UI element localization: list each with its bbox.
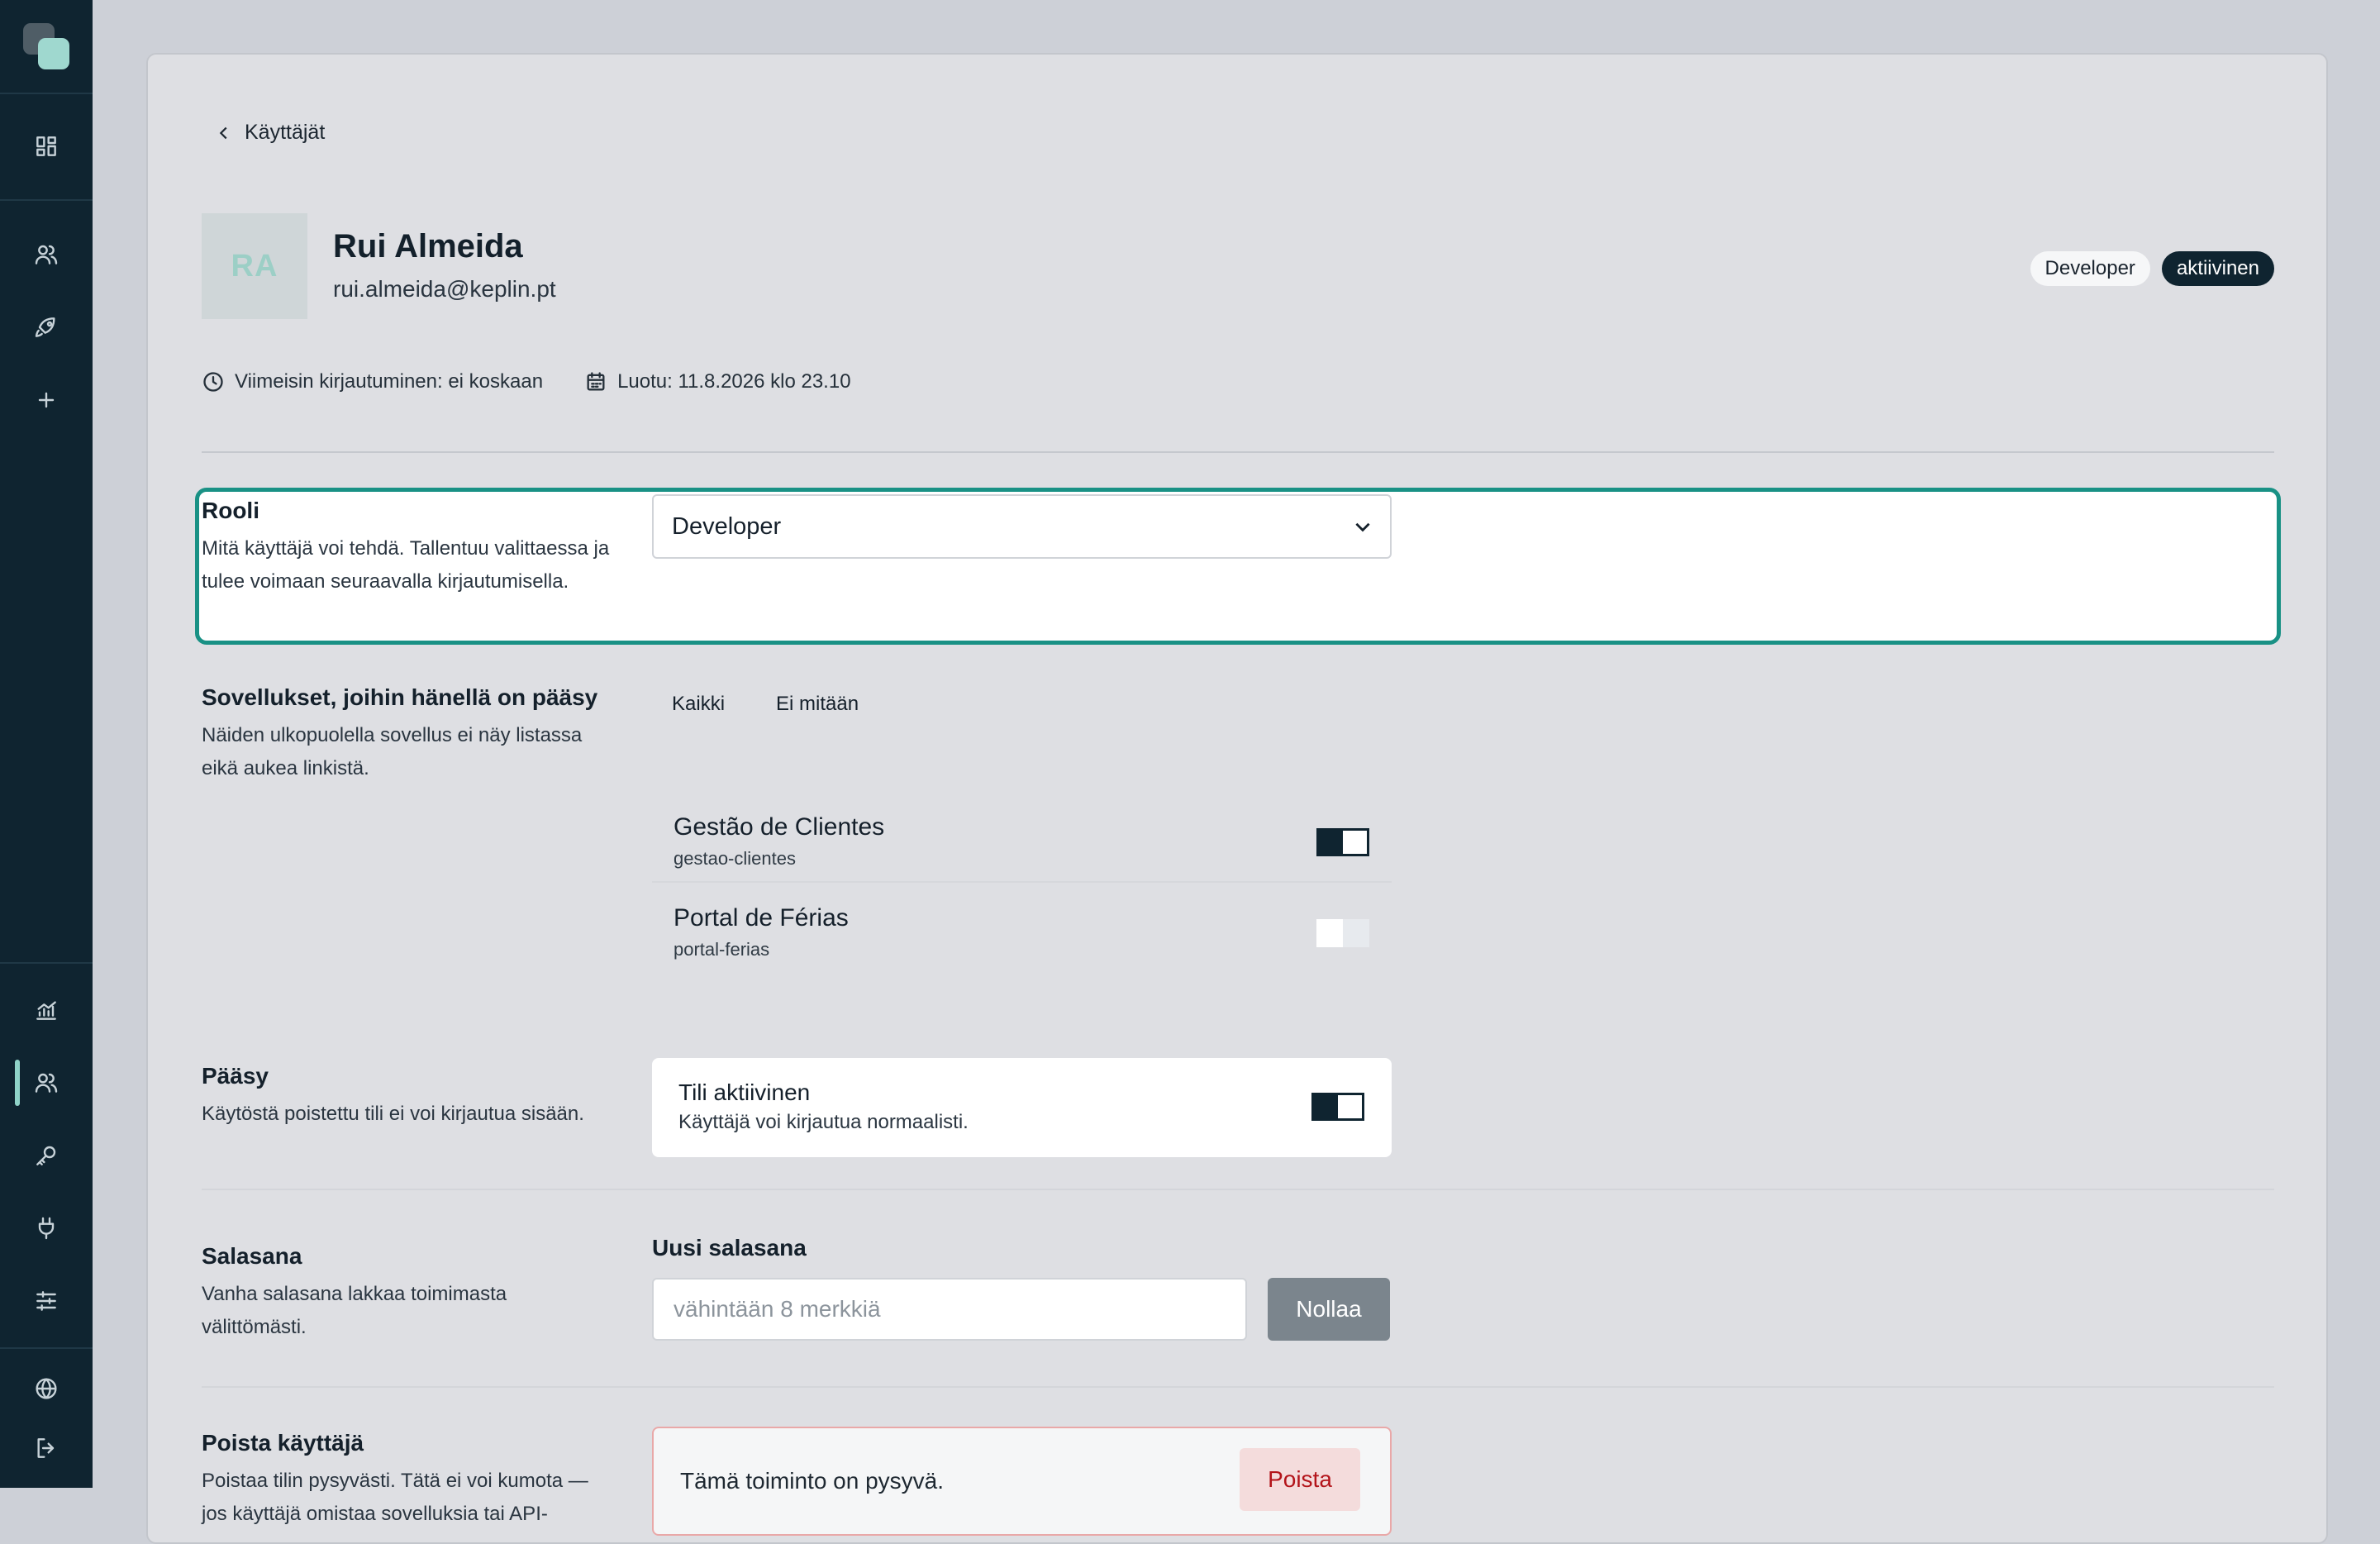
select-all-button[interactable]: Kaikki bbox=[672, 693, 725, 716]
users-icon[interactable] bbox=[30, 238, 63, 271]
sidebar-divider bbox=[0, 962, 93, 964]
role-description: Mitä käyttäjä voi tehdä. Tallentuu valit… bbox=[202, 537, 610, 593]
user-email: rui.almeida@keplin.pt bbox=[333, 276, 556, 302]
calendar-icon bbox=[587, 372, 605, 391]
sliders-icon[interactable] bbox=[30, 1284, 63, 1318]
delete-user-button[interactable]: Poista bbox=[1240, 1448, 1360, 1511]
app-access-toggle[interactable] bbox=[1316, 828, 1369, 856]
password-title: Salasana bbox=[202, 1243, 302, 1269]
apps-title: Sovellukset, joihin hänellä on pääsy bbox=[202, 684, 598, 710]
password-description: Vanha salasana lakkaa toimimasta välittö… bbox=[202, 1283, 507, 1338]
user-meta: Viimeisin kirjautuminen: ei koskaan Luot… bbox=[202, 370, 892, 393]
delete-title: Poista käyttäjä bbox=[202, 1430, 364, 1456]
divider bbox=[202, 451, 2274, 453]
active-indicator bbox=[15, 1060, 20, 1106]
badges: Developer aktiivinen bbox=[2030, 251, 2274, 286]
sidebar bbox=[0, 0, 93, 1488]
globe-icon[interactable] bbox=[30, 1372, 63, 1405]
last-login-text: Viimeisin kirjautuminen: ei koskaan bbox=[235, 370, 544, 393]
app-logo[interactable] bbox=[23, 23, 69, 69]
access-description: Käytöstä poistettu tili ei voi kirjautua… bbox=[202, 1103, 584, 1125]
avatar: RA bbox=[202, 213, 307, 319]
access-title: Pääsy bbox=[202, 1063, 269, 1089]
new-password-input[interactable] bbox=[652, 1278, 1247, 1341]
role-badge: Developer bbox=[2030, 251, 2150, 286]
reset-password-button[interactable]: Nollaa bbox=[1268, 1278, 1390, 1341]
app-slug: portal-ferias bbox=[674, 939, 770, 960]
created-text: Luotu: 11.8.2026 klo 23.10 bbox=[617, 370, 851, 393]
rocket-icon[interactable] bbox=[30, 311, 63, 344]
user-name: Rui Almeida bbox=[333, 228, 523, 264]
delete-description: Poistaa tilin pysyvästi. Tätä ei voi kum… bbox=[202, 1470, 588, 1525]
clock-icon bbox=[203, 372, 223, 392]
plus-icon[interactable] bbox=[30, 384, 63, 417]
role-select-value: Developer bbox=[672, 512, 782, 540]
app-list: Gestão de Clientes gestao-clientes Porta… bbox=[652, 792, 1392, 972]
chart-icon[interactable] bbox=[30, 994, 63, 1027]
divider bbox=[202, 1189, 2274, 1190]
account-active-title: Tili aktiivinen bbox=[678, 1079, 811, 1105]
account-active-panel: Tili aktiivinen Käyttäjä voi kirjautua n… bbox=[652, 1058, 1392, 1157]
list-item: Portal de Férias portal-ferias bbox=[652, 881, 1392, 972]
app-name: Portal de Férias bbox=[674, 904, 849, 932]
danger-warning: Tämä toiminto on pysyvä. bbox=[680, 1468, 945, 1494]
back-label: Käyttäjät bbox=[245, 121, 326, 144]
key-icon[interactable] bbox=[30, 1139, 63, 1172]
app-access-toggle[interactable] bbox=[1316, 919, 1369, 947]
chevron-left-icon bbox=[219, 126, 227, 139]
back-link[interactable]: Käyttäjät bbox=[215, 121, 325, 145]
user-detail-card: Käyttäjät RA Rui Almeida rui.almeida@kep… bbox=[146, 53, 2328, 1544]
danger-panel: Tämä toiminto on pysyvä. Poista bbox=[652, 1427, 1392, 1536]
role-title: Rooli bbox=[202, 498, 259, 523]
role-select[interactable]: Developer bbox=[652, 494, 1392, 559]
sidebar-divider bbox=[0, 1347, 93, 1349]
apps-description: Näiden ulkopuolella sovellus ei näy list… bbox=[202, 724, 583, 779]
new-password-label: Uusi salasana bbox=[652, 1235, 807, 1260]
app-slug: gestao-clientes bbox=[674, 848, 796, 869]
dashboard-icon[interactable] bbox=[30, 130, 63, 163]
select-none-button[interactable]: Ei mitään bbox=[776, 693, 859, 716]
users-icon[interactable] bbox=[30, 1066, 63, 1099]
list-item: Gestão de Clientes gestao-clientes bbox=[652, 792, 1392, 881]
app-name: Gestão de Clientes bbox=[674, 813, 885, 841]
plug-icon[interactable] bbox=[30, 1212, 63, 1245]
status-badge: aktiivinen bbox=[2161, 251, 2274, 286]
divider bbox=[202, 1386, 2274, 1388]
account-active-toggle[interactable] bbox=[1311, 1093, 1364, 1121]
chevron-down-icon bbox=[1355, 522, 1370, 532]
logout-icon[interactable] bbox=[30, 1432, 63, 1465]
sidebar-divider bbox=[0, 93, 93, 94]
sidebar-divider bbox=[0, 199, 93, 201]
account-active-desc: Käyttäjä voi kirjautua normaalisti. bbox=[678, 1111, 969, 1133]
